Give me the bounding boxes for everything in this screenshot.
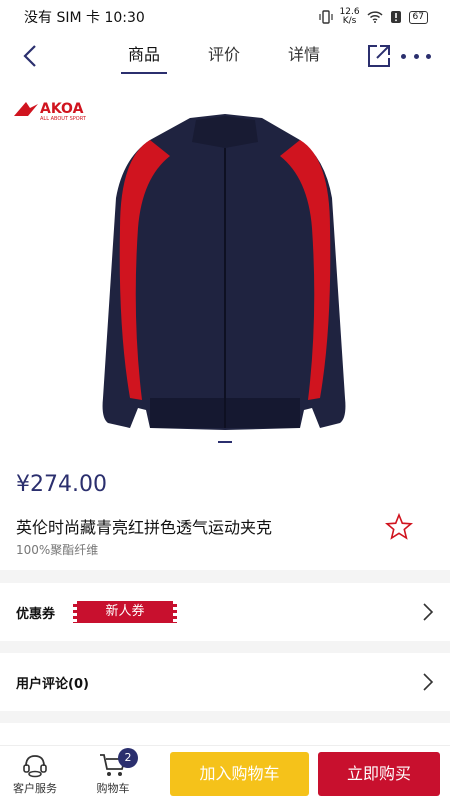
bottom-action-bar: 客户服务 购物车 2 加入购物车 立即购买 bbox=[0, 745, 450, 800]
reviews-row[interactable]: 用户评论(0) bbox=[0, 653, 450, 711]
vibrate-icon bbox=[318, 10, 333, 24]
next-section-peek bbox=[0, 723, 450, 745]
new-user-coupon[interactable]: 新人券 bbox=[73, 601, 178, 623]
carrier-time: 没有 SIM 卡 10:30 bbox=[24, 10, 145, 26]
coupon-row[interactable]: 优惠券 新人券 bbox=[0, 583, 450, 641]
alert-icon bbox=[390, 11, 401, 23]
product-title: 英伦时尚藏青亮红拼色透气运动夹克 bbox=[16, 518, 273, 537]
tab-reviews[interactable]: 评价 bbox=[184, 34, 264, 78]
buy-now-button[interactable]: 立即购买 bbox=[318, 752, 440, 796]
nav-bar: 商品 评价 详情 bbox=[0, 34, 450, 78]
status-icons: 12.6 K/s 67 bbox=[318, 7, 428, 26]
chevron-right-icon bbox=[423, 673, 434, 691]
product-tabs: 商品 评价 详情 bbox=[104, 34, 344, 78]
customer-service-button[interactable]: 客户服务 bbox=[0, 752, 70, 796]
tab-product[interactable]: 商品 bbox=[104, 34, 184, 78]
add-to-cart-button[interactable]: 加入购物车 bbox=[170, 752, 309, 796]
product-image-carousel[interactable]: AKOA ALL ABOUT SPORT bbox=[0, 78, 450, 458]
jacket-image bbox=[102, 114, 346, 430]
reviews-label: 用户评论(0) bbox=[16, 676, 89, 692]
coupon-label: 优惠券 bbox=[16, 606, 56, 622]
headset-icon bbox=[23, 755, 47, 778]
carousel-indicator bbox=[218, 441, 232, 443]
tab-details[interactable]: 详情 bbox=[264, 34, 344, 78]
customer-service-label: 客户服务 bbox=[13, 782, 57, 795]
wifi-icon bbox=[367, 11, 383, 23]
more-icon[interactable] bbox=[401, 44, 431, 68]
favorite-star-icon[interactable] bbox=[385, 513, 413, 541]
share-icon[interactable] bbox=[366, 43, 392, 69]
status-bar: 没有 SIM 卡 10:30 12.6 K/s 67 bbox=[0, 0, 450, 34]
network-speed: 12.6 K/s bbox=[339, 7, 360, 26]
product-info: ¥274.00 英伦时尚藏青亮红拼色透气运动夹克 100%聚酯纤维 bbox=[0, 458, 450, 570]
cart-count-badge: 2 bbox=[118, 748, 138, 768]
price: ¥274.00 bbox=[16, 472, 107, 497]
cart-button[interactable]: 购物车 2 bbox=[78, 748, 148, 796]
battery-icon: 67 bbox=[408, 10, 428, 24]
back-icon[interactable] bbox=[18, 42, 44, 70]
cart-label: 购物车 bbox=[96, 782, 130, 795]
product-material: 100%聚酯纤维 bbox=[16, 543, 99, 557]
chevron-right-icon bbox=[423, 603, 434, 621]
